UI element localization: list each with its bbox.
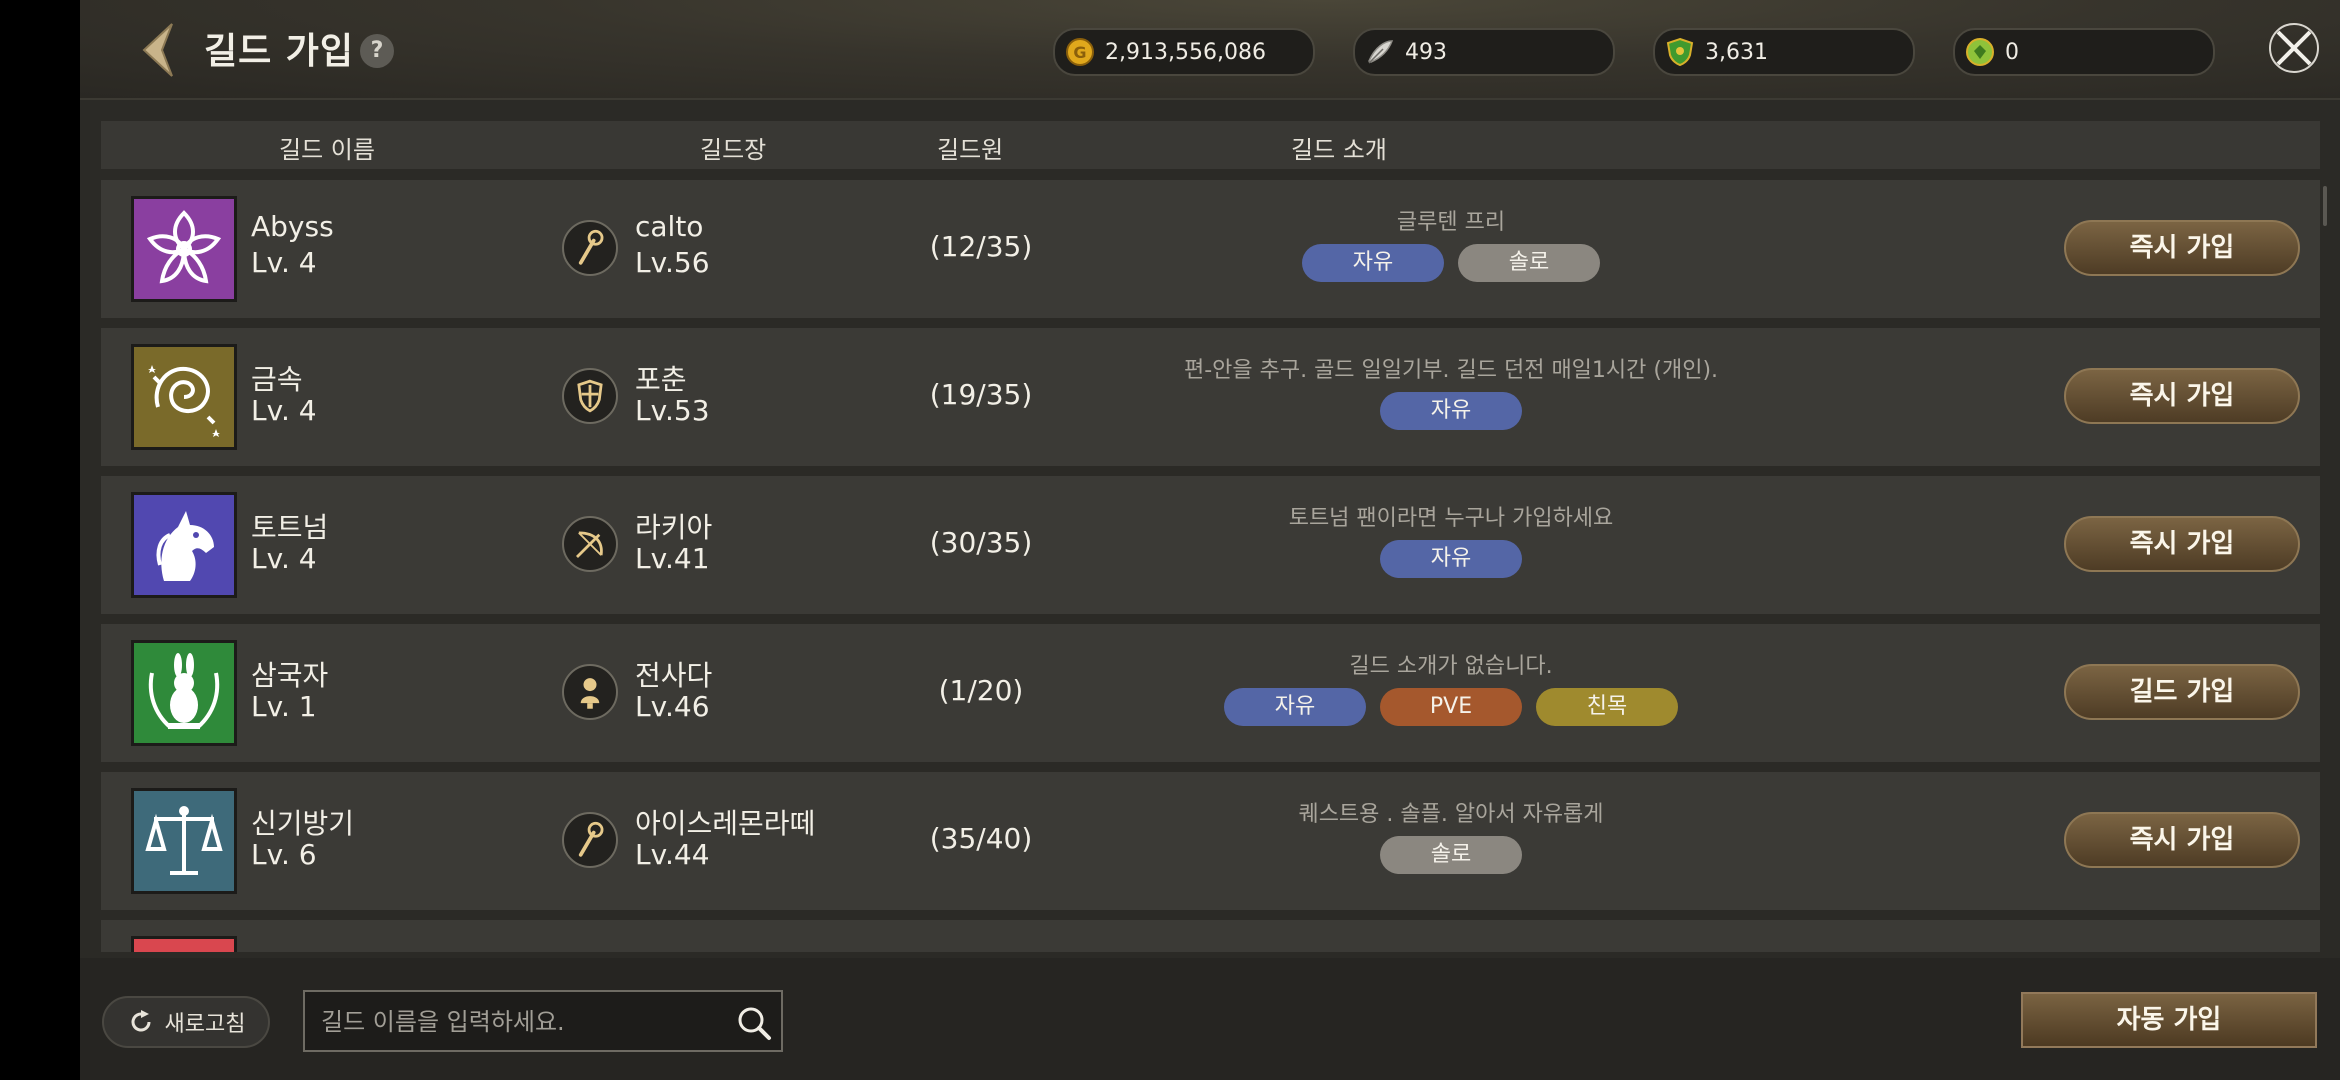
guild-tags: 자유 [951,540,1951,578]
guild-tags: 자유 PVE 친목 [951,688,1951,726]
currency-gem[interactable]: 0 [1953,28,2215,76]
guild-emblem-rabbit-icon [131,640,237,746]
guild-tags: 솔로 [951,836,1951,874]
tag-free: 자유 [1302,244,1444,282]
bottom-bar: 새로고침 자동 가입 [80,958,2340,1080]
guild-join-screen: 길드 가입 ? G 2,913,556,086 493 3,631 0 길드 이… [80,0,2340,1080]
leader-class-bow-icon [562,516,618,572]
guild-emblem-flower-icon [131,196,237,302]
tag-free: 자유 [1380,540,1522,578]
guild-shield-icon [1666,37,1694,67]
table-header: 길드 이름 길드장 길드원 길드 소개 [101,121,2320,169]
column-guild-name: 길드 이름 [279,136,375,164]
currency-guild-point[interactable]: 3,631 [1653,28,1915,76]
leader-name: 전사다 [635,659,713,692]
column-guild-members: 길드원 [937,136,1004,164]
list-scrollbar[interactable] [2323,186,2327,226]
guild-row[interactable]: 신기방기 Lv. 6 아이스레몬라떼 Lv.44 (35/40) 퀘스트용 . … [101,772,2320,910]
guild-emblem-unicorn-icon [131,492,237,598]
guild-row[interactable]: Abyss Lv. 4 calto Lv.56 (12/35) 글루텐 프리 자… [101,180,2320,318]
guild-intro: 토트넘 팬이라면 누구나 가입하세요 [1288,506,1614,531]
gold-amount: 2,913,556,086 [1105,39,1266,65]
gem-amount: 0 [2005,39,2019,65]
guild-name: 삼국자 [251,659,329,692]
guild-search-box[interactable] [303,990,783,1052]
guild-level: Lv. 4 [251,542,317,575]
instant-join-button[interactable]: 즉시 가입 [2064,220,2300,276]
leader-name: calto [635,210,704,243]
guild-level: Lv. 1 [251,690,317,723]
guild-row-partial[interactable] [101,920,2320,952]
guild-tags: 자유 솔로 [951,244,1951,282]
refresh-icon [131,1010,151,1032]
guild-list[interactable]: Abyss Lv. 4 calto Lv.56 (12/35) 글루텐 프리 자… [101,180,2320,952]
tag-solo: 솔로 [1380,836,1522,874]
leader-name: 라키아 [635,511,713,544]
guild-level: Lv. 4 [251,246,317,279]
currency-feather[interactable]: 493 [1353,28,1615,76]
close-button[interactable] [2266,20,2322,76]
guild-search-input[interactable] [319,1000,723,1044]
instant-join-button[interactable]: 즉시 가입 [2064,812,2300,868]
leader-class-warrior-icon [562,664,618,720]
guild-name: 신기방기 [251,807,355,840]
refresh-label: 새로고침 [164,1012,246,1037]
leader-name: 포춘 [635,363,687,396]
column-guild-intro: 길드 소개 [1291,136,1387,164]
page-title: 길드 가입 [204,31,355,72]
tag-solo: 솔로 [1458,244,1600,282]
guild-row[interactable]: 금속 Lv. 4 포춘 Lv.53 (19/35) 편-안을 추구. 골드 일일… [101,328,2320,466]
guild-emblem-swirl-icon [131,344,237,450]
guild-intro: 글루텐 프리 [1396,210,1506,235]
green-gem-icon [1966,38,1994,66]
help-icon[interactable]: ? [360,34,394,68]
guild-intro: 편-안을 추구. 골드 일일기부. 길드 던전 매일1시간 (개인). [1183,358,1719,383]
guild-level: Lv. 6 [251,838,317,871]
guild-join-button[interactable]: 길드 가입 [2064,664,2300,720]
leader-level: Lv.41 [635,542,710,575]
guild-emblem-icon [131,936,237,952]
auto-join-button[interactable]: 자동 가입 [2021,992,2317,1048]
search-icon[interactable] [735,1004,773,1042]
guild-emblem-scales-icon [131,788,237,894]
guild-name: Abyss [251,210,334,243]
tag-free: 자유 [1380,392,1522,430]
guild-name: 토트넘 [251,511,329,544]
feather-amount: 493 [1405,39,1447,65]
tag-free: 자유 [1224,688,1366,726]
gold-coin-icon: G [1066,38,1094,66]
column-guild-leader: 길드장 [700,136,767,164]
leader-level: Lv.56 [635,246,710,279]
letterbox-left [0,0,80,1080]
guild-point-amount: 3,631 [1705,39,1768,65]
guild-intro: 길드 소개가 없습니다. [1349,654,1553,679]
leader-level: Lv.53 [635,394,710,427]
tag-friendship: 친목 [1536,688,1678,726]
guild-tags: 자유 [951,392,1951,430]
instant-join-button[interactable]: 즉시 가입 [2064,368,2300,424]
leader-level: Lv.46 [635,690,710,723]
back-button[interactable] [138,22,182,78]
top-bar: 길드 가입 ? G 2,913,556,086 493 3,631 0 [80,0,2340,100]
guild-name: 금속 [251,363,303,396]
svg-text:G: G [1073,43,1086,62]
leader-class-staff-icon [562,812,618,868]
guild-row[interactable]: 토트넘 Lv. 4 라키아 Lv.41 (30/35) 토트넘 팬이라면 누구나… [101,476,2320,614]
leader-name: 아이스레몬라떼 [635,807,816,840]
leader-class-shield-icon [562,368,618,424]
leader-class-staff-icon [562,220,618,276]
close-icon [2269,23,2319,73]
leader-level: Lv.44 [635,838,710,871]
guild-row[interactable]: 삼국자 Lv. 1 전사다 Lv.46 (1/20) 길드 소개가 없습니다. … [101,624,2320,762]
tag-pve: PVE [1380,688,1522,726]
currency-gold[interactable]: G 2,913,556,086 [1053,28,1315,76]
refresh-button[interactable]: 새로고침 [102,996,270,1048]
guild-intro: 퀘스트용 . 솔플. 알아서 자유롭게 [1298,802,1604,827]
instant-join-button[interactable]: 즉시 가입 [2064,516,2300,572]
feather-icon [1368,40,1394,64]
back-arrow-icon [142,23,173,77]
guild-level: Lv. 4 [251,394,317,427]
